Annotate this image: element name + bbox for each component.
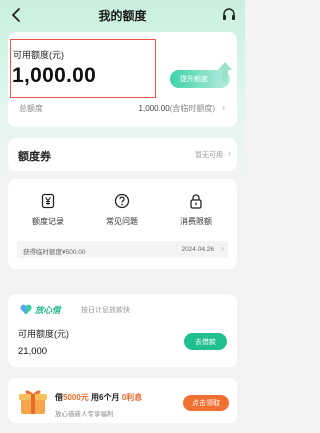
- chevron-right-icon: ›: [228, 148, 231, 158]
- promo-card: 借5000元 用6个月 0利息 放心借新人专享福利 点击领取: [8, 378, 237, 423]
- menu-label: 常见问题: [106, 217, 138, 226]
- menu-label: 消费限额: [180, 217, 212, 226]
- lock-icon: [190, 194, 202, 209]
- loan-quota-label: 可用额度(元): [18, 329, 69, 339]
- coupon-card[interactable]: 额度券 暂无可用 ›: [8, 138, 237, 171]
- loan-tagline: 按日计息放款快: [81, 307, 130, 314]
- yen-doc-icon: [41, 193, 55, 209]
- quota-menu-card: 额度记录 常见问题 消费限额 获得临时额度¥500.00 2024.04.26 …: [8, 179, 237, 269]
- loan-card: 放心借 按日计息放款快 可用额度(元) 21,000 去借款: [8, 294, 237, 367]
- menu-spending-limit[interactable]: 消费限额: [166, 193, 226, 227]
- available-quota-label: 可用额度(元): [13, 50, 64, 60]
- gift-icon: [19, 390, 47, 414]
- up-arrow-icon: [218, 62, 232, 82]
- total-quota-label: 总额度: [19, 104, 43, 113]
- available-quota-value: 1,000.00: [12, 64, 97, 87]
- temporary-quota-notice[interactable]: 获得临时额度¥500.00 2024.04.26 ›: [17, 241, 228, 258]
- back-button[interactable]: [8, 7, 24, 23]
- notice-text: 获得临时额度¥500.00: [23, 249, 86, 256]
- chevron-left-icon: [12, 8, 20, 22]
- raise-quota-label: 提升额度: [180, 76, 208, 83]
- headset-icon[interactable]: [221, 7, 237, 23]
- loan-brand: 放心借: [35, 305, 61, 315]
- menu-quota-records[interactable]: 额度记录: [18, 193, 78, 227]
- total-quota-row[interactable]: 总额度 1,000.00(含临时额度) ›: [19, 102, 225, 115]
- menu-faq[interactable]: 常见问题: [92, 193, 152, 227]
- notice-date: 2024.04.26: [181, 246, 214, 253]
- menu-label: 额度记录: [32, 217, 64, 226]
- navigation-bar: 我的额度: [0, 0, 245, 30]
- coupon-status: 暂无可用: [195, 152, 223, 159]
- chevron-right-icon: ›: [221, 244, 224, 253]
- total-quota-value: 1,000.00(含临时额度): [138, 104, 215, 113]
- question-icon: [114, 193, 130, 209]
- page-title: 我的额度: [98, 8, 147, 23]
- coupon-title: 额度券: [18, 151, 51, 163]
- loan-quota-value: 21,000: [18, 346, 48, 357]
- heart-logo-icon: [20, 304, 32, 315]
- promo-subtitle: 放心借新人专享福利: [55, 411, 114, 418]
- claim-button[interactable]: 点击领取: [183, 395, 229, 411]
- borrow-button[interactable]: 去借款: [184, 333, 227, 350]
- promo-title: 借5000元 用6个月 0利息: [55, 393, 143, 402]
- chevron-right-icon: ›: [222, 102, 225, 112]
